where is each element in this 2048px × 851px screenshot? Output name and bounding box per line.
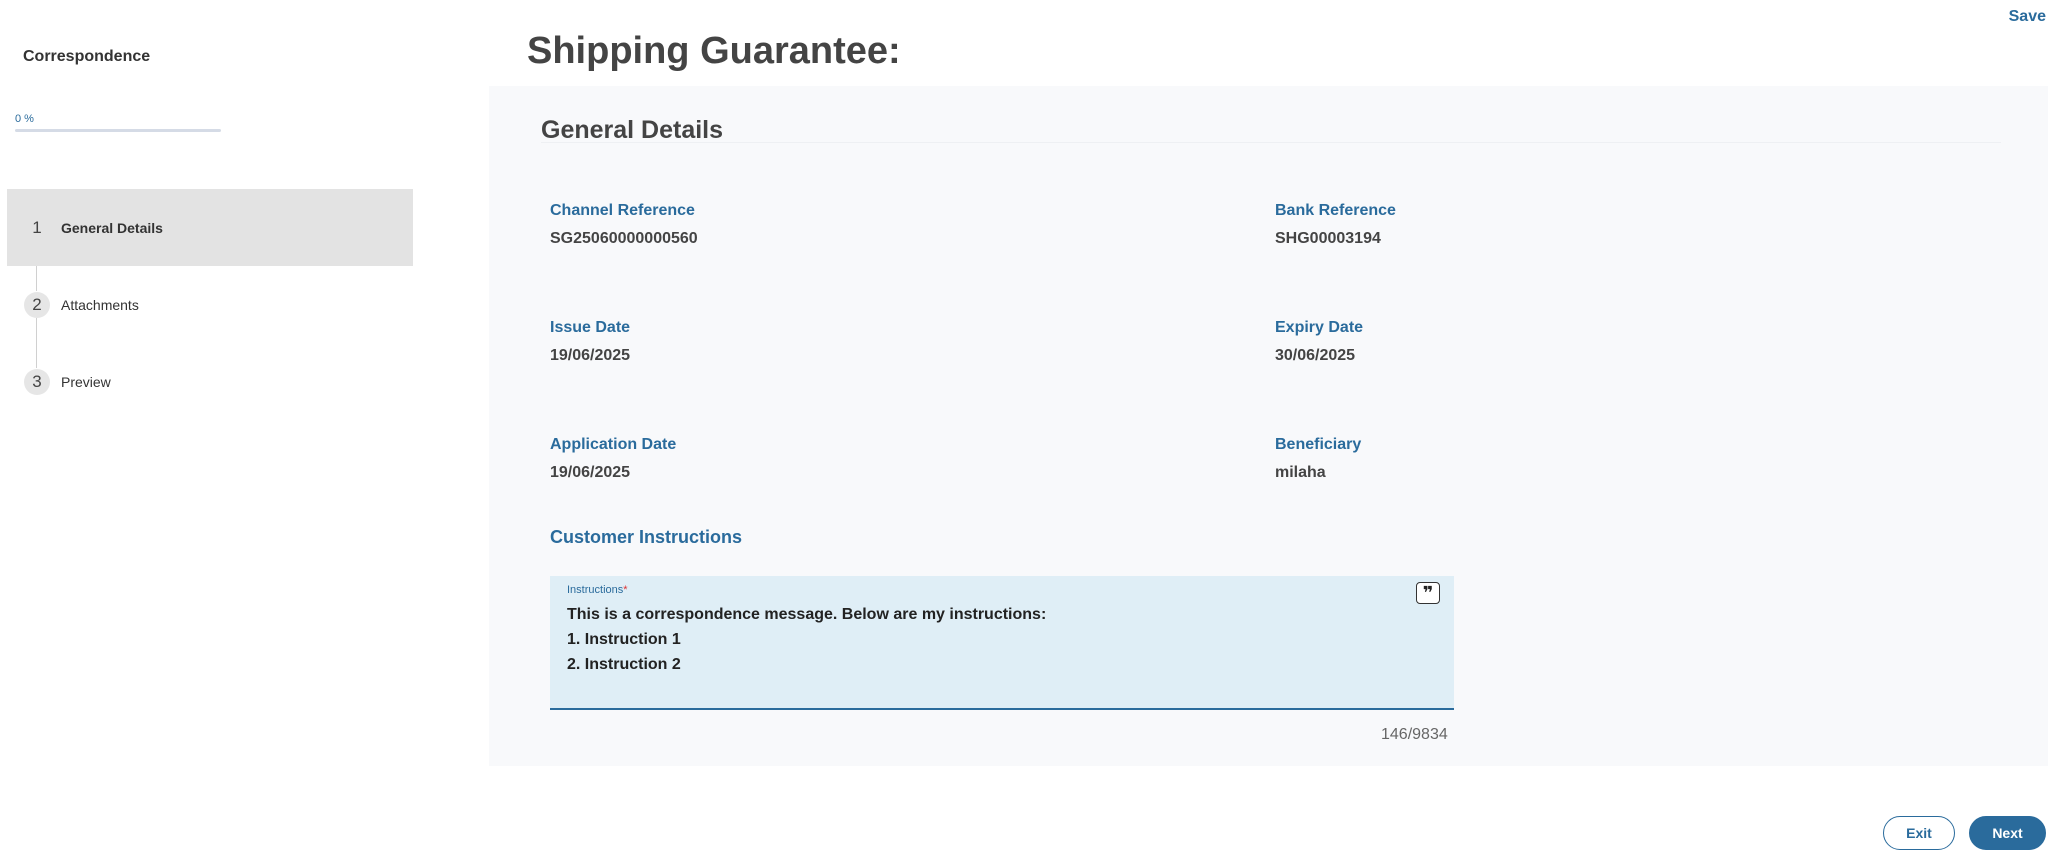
channel-reference-label: Channel Reference bbox=[550, 202, 695, 219]
issue-date-label: Issue Date bbox=[550, 319, 631, 336]
character-count: 146/9834 bbox=[1381, 726, 1448, 743]
progress-bar bbox=[15, 129, 221, 132]
instructions-field-label: Instructions* bbox=[567, 584, 628, 596]
channel-reference-value: SG25060000000560 bbox=[550, 230, 698, 247]
step-attachments[interactable]: 2 Attachments bbox=[7, 266, 413, 343]
instructions-line: This is a correspondence message. Below … bbox=[567, 606, 1047, 623]
step-preview[interactable]: 3 Preview bbox=[7, 343, 413, 420]
step-general-details[interactable]: 1 General Details bbox=[7, 189, 413, 266]
save-button[interactable]: Save bbox=[2009, 8, 2046, 26]
sidebar: Correspondence 0 % 1 General Details 2 A… bbox=[0, 0, 420, 851]
general-details-panel: General Details Channel Reference SG2506… bbox=[489, 86, 2048, 766]
issue-date-value: 19/06/2025 bbox=[550, 347, 631, 364]
beneficiary-label: Beneficiary bbox=[1275, 436, 1362, 453]
step-list: 1 General Details 2 Attachments 3 Previe… bbox=[7, 189, 413, 420]
application-date-label: Application Date bbox=[550, 436, 677, 453]
sidebar-title: Correspondence bbox=[23, 48, 151, 65]
step-connector bbox=[36, 343, 37, 368]
progress-percent: 0 % bbox=[15, 113, 34, 125]
application-date-value: 19/06/2025 bbox=[550, 464, 631, 481]
instructions-text[interactable]: This is a correspondence message. Below … bbox=[567, 602, 1046, 677]
instructions-textarea[interactable]: Instructions* This is a correspondence m… bbox=[550, 576, 1454, 710]
step-label: Preview bbox=[61, 373, 111, 390]
required-mark: * bbox=[623, 584, 628, 596]
step-label: Attachments bbox=[61, 296, 139, 313]
next-button[interactable]: Next bbox=[1969, 816, 2046, 850]
bank-reference-label: Bank Reference bbox=[1275, 202, 1396, 219]
instructions-line: 1. Instruction 1 bbox=[567, 631, 681, 648]
step-number: 3 bbox=[24, 368, 50, 395]
quote-icon[interactable]: ❞ bbox=[1416, 582, 1440, 604]
step-connector bbox=[36, 266, 37, 291]
step-number: 2 bbox=[24, 291, 50, 318]
bank-reference-value: SHG00003194 bbox=[1275, 230, 1381, 247]
step-label: General Details bbox=[61, 219, 163, 236]
page-title: Shipping Guarantee: bbox=[527, 30, 901, 72]
customer-instructions-title: Customer Instructions bbox=[550, 527, 743, 547]
exit-button[interactable]: Exit bbox=[1883, 816, 1955, 850]
section-divider bbox=[541, 142, 2001, 143]
instructions-line: 2. Instruction 2 bbox=[567, 656, 681, 673]
app-root: Correspondence 0 % 1 General Details 2 A… bbox=[0, 0, 2048, 851]
instructions-label-text: Instructions bbox=[567, 584, 624, 596]
section-title: General Details bbox=[541, 116, 724, 144]
expiry-date-label: Expiry Date bbox=[1275, 319, 1364, 336]
beneficiary-value: milaha bbox=[1275, 464, 1326, 481]
step-connector bbox=[36, 318, 37, 343]
step-number: 1 bbox=[32, 217, 42, 237]
expiry-date-value: 30/06/2025 bbox=[1275, 347, 1356, 364]
